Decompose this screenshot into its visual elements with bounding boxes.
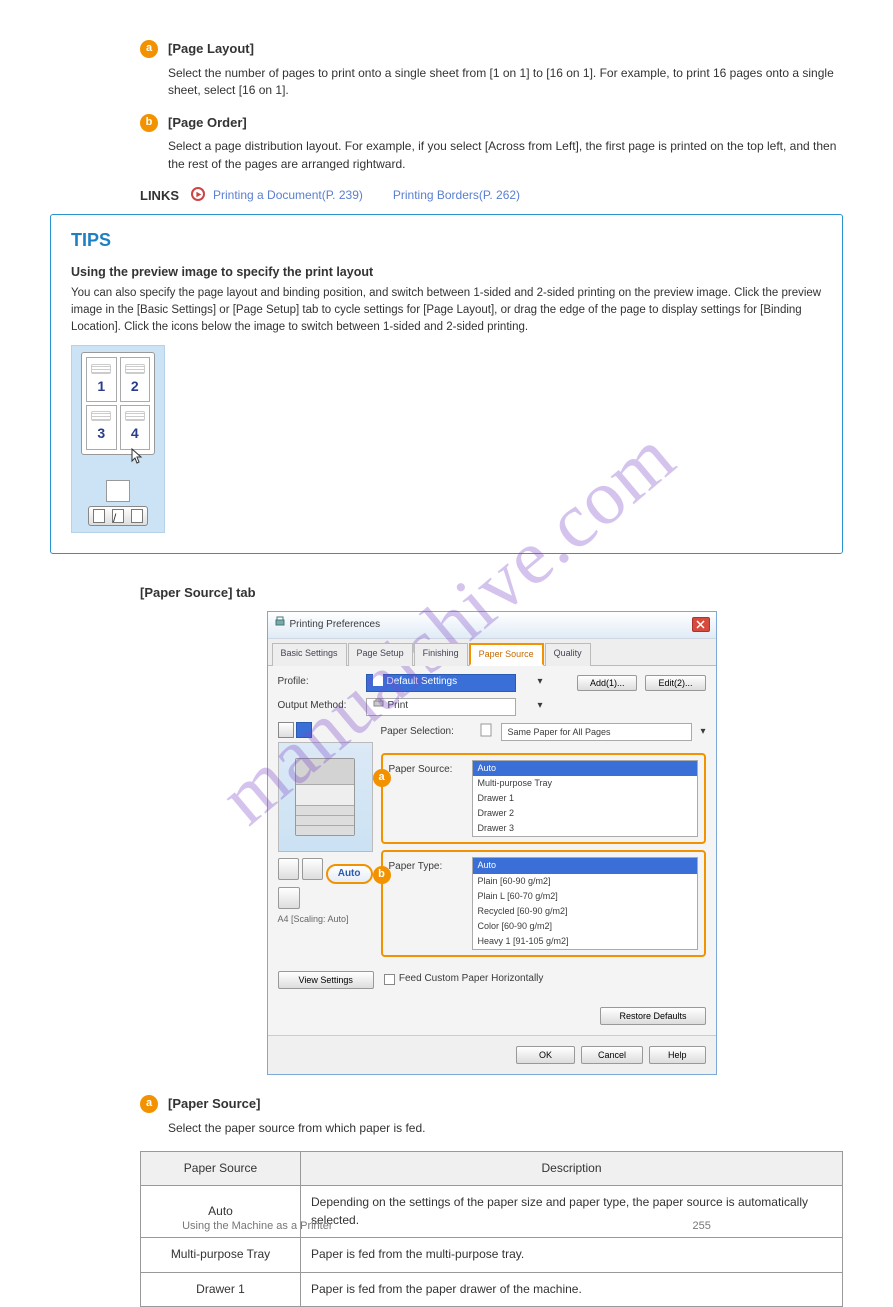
table-cell: Paper is fed from the multi-purpose tray…: [301, 1238, 843, 1272]
paper-type-label: Paper Type:: [389, 857, 464, 875]
paper-source-tab-heading: [Paper Source] tab: [140, 584, 843, 603]
preview-doc-icon[interactable]: [278, 858, 299, 880]
list-item[interactable]: Drawer 2: [473, 806, 697, 821]
marker-a-dialog: a: [373, 769, 391, 787]
feed-checkbox[interactable]: [384, 974, 395, 985]
paper-source-intro: Select the paper source from which paper…: [168, 1120, 843, 1137]
list-item[interactable]: Recycled [60-90 g/m2]: [473, 904, 697, 919]
printer-icon: [274, 616, 286, 634]
table-row: Multi-purpose Tray Paper is fed from the…: [141, 1238, 843, 1272]
table-row: Drawer 1 Paper is fed from the paper dra…: [141, 1272, 843, 1306]
marker-a-badge: a: [140, 40, 158, 58]
view-settings-button[interactable]: View Settings: [278, 971, 374, 989]
dialog-titlebar: Printing Preferences: [268, 612, 716, 639]
list-item[interactable]: Plain L [60-70 g/m2]: [473, 889, 697, 904]
cancel-button[interactable]: Cancel: [581, 1046, 643, 1064]
thumb-page-grid: 1 2 3 4: [81, 352, 155, 455]
preview-mode-doc[interactable]: [278, 722, 294, 738]
link-printing-borders[interactable]: Printing Borders(P. 262): [393, 187, 520, 204]
marker-a2-badge: a: [140, 1095, 158, 1113]
paper-selection-combo[interactable]: Same Paper for All Pages: [501, 723, 693, 741]
list-item[interactable]: Color [60-90 g/m2]: [473, 919, 697, 934]
tips-box: TIPS Using the preview image to specify …: [50, 214, 843, 554]
marker-b-dialog: b: [373, 866, 391, 884]
dialog-title-text: Printing Preferences: [290, 618, 381, 633]
page-layout-label: [Page Layout]: [168, 40, 254, 59]
help-button[interactable]: Help: [649, 1046, 706, 1064]
table-cell: Drawer 1: [141, 1272, 301, 1306]
link-printing-doc[interactable]: Printing a Document(P. 239): [213, 187, 363, 204]
paper-source-label: Paper Source:: [389, 760, 464, 778]
page-order-label: [Page Order]: [168, 114, 247, 133]
paper-type-box: b Paper Type: Auto Plain [60-90 g/m2] Pl…: [381, 850, 706, 956]
printer-preview: [278, 742, 373, 852]
thumb-cell-3: 3: [86, 405, 117, 450]
feed-checkbox-label: Feed Custom Paper Horizontally: [399, 972, 544, 987]
cursor-icon: [128, 447, 144, 472]
play-icon: [191, 187, 205, 201]
close-icon[interactable]: [692, 617, 710, 632]
tab-finishing[interactable]: Finishing: [414, 643, 468, 666]
printing-preferences-dialog: Printing Preferences Basic Settings Page…: [267, 611, 717, 1075]
output-method-combo[interactable]: Print: [366, 698, 516, 716]
table-cell: Paper is fed from the paper drawer of th…: [301, 1272, 843, 1306]
restore-defaults-button[interactable]: Restore Defaults: [600, 1007, 705, 1025]
tips-subheading: Using the preview image to specify the p…: [71, 263, 822, 281]
preview-layout-icon[interactable]: [278, 887, 300, 909]
document-icon: [373, 674, 383, 692]
tips-body: You can also specify the page layout and…: [71, 285, 822, 335]
page-footer: Using the Machine as a Printer 255: [0, 1219, 893, 1235]
marker-b-row: b [Page Order]: [140, 114, 843, 133]
paper-source-heading: [Paper Source]: [168, 1095, 260, 1114]
list-item[interactable]: Auto: [473, 858, 697, 873]
table-header-desc: Description: [301, 1151, 843, 1185]
footer-section: Using the Machine as a Printer: [182, 1219, 332, 1235]
list-item[interactable]: Heavy 1 [91-105 g/m2]: [473, 934, 697, 949]
paper-type-listbox[interactable]: Auto Plain [60-90 g/m2] Plain L [60-70 g…: [472, 857, 698, 949]
paper-selection-label: Paper Selection:: [381, 725, 471, 740]
output-method-label: Output Method:: [278, 699, 358, 714]
marker-a2-row: a [Paper Source]: [140, 1095, 843, 1114]
sided-toggle-button[interactable]: /: [88, 506, 148, 526]
thumb-cell-4: 4: [120, 405, 151, 450]
thumb-cell-1: 1: [86, 357, 117, 402]
thumb-cell-2: 2: [120, 357, 151, 402]
paper-source-listbox[interactable]: Auto Multi-purpose Tray Drawer 1 Drawer …: [472, 760, 698, 837]
list-item[interactable]: Drawer 1: [473, 791, 697, 806]
mini-doc-icon: [106, 480, 130, 502]
page-layout-text: Select the number of pages to print onto…: [168, 65, 843, 100]
tab-page-setup[interactable]: Page Setup: [348, 643, 413, 666]
auto-button[interactable]: Auto: [326, 864, 373, 885]
preview-caption: A4 [Scaling: Auto]: [278, 913, 373, 926]
page-order-text: Select a page distribution layout. For e…: [168, 138, 843, 173]
profile-label: Profile:: [278, 675, 358, 690]
add-button[interactable]: Add(1)...: [577, 675, 638, 691]
edit-button[interactable]: Edit(2)...: [645, 675, 705, 691]
table-cell: Multi-purpose Tray: [141, 1238, 301, 1272]
list-item[interactable]: Auto: [473, 761, 697, 776]
ok-button[interactable]: OK: [516, 1046, 575, 1064]
profile-combo[interactable]: Default Settings: [366, 674, 516, 692]
paper-source-box: a Paper Source: Auto Multi-purpose Tray …: [381, 753, 706, 844]
dialog-tabs: Basic Settings Page Setup Finishing Pape…: [268, 639, 716, 666]
tips-preview-thumb: 1 2 3 4 /: [71, 345, 165, 533]
print-icon: [373, 698, 384, 715]
links-label: LINKS: [140, 187, 179, 206]
table-header-source: Paper Source: [141, 1151, 301, 1185]
paper-icon: [479, 722, 493, 744]
marker-a-row: a [Page Layout]: [140, 40, 843, 59]
list-item[interactable]: Multi-purpose Tray: [473, 776, 697, 791]
footer-pageno: 255: [693, 1219, 711, 1235]
tab-paper-source[interactable]: Paper Source: [469, 643, 544, 666]
links-row: LINKS Printing a Document(P. 239) Printi…: [168, 187, 843, 206]
preview-stack-icon[interactable]: [302, 858, 323, 880]
tab-basic-settings[interactable]: Basic Settings: [272, 643, 347, 666]
tips-heading: TIPS: [71, 227, 822, 253]
marker-b-badge: b: [140, 114, 158, 132]
list-item[interactable]: Drawer 3: [473, 821, 697, 836]
tab-quality[interactable]: Quality: [545, 643, 591, 666]
list-item[interactable]: Plain [60-90 g/m2]: [473, 874, 697, 889]
preview-mode-printer[interactable]: [296, 722, 312, 738]
